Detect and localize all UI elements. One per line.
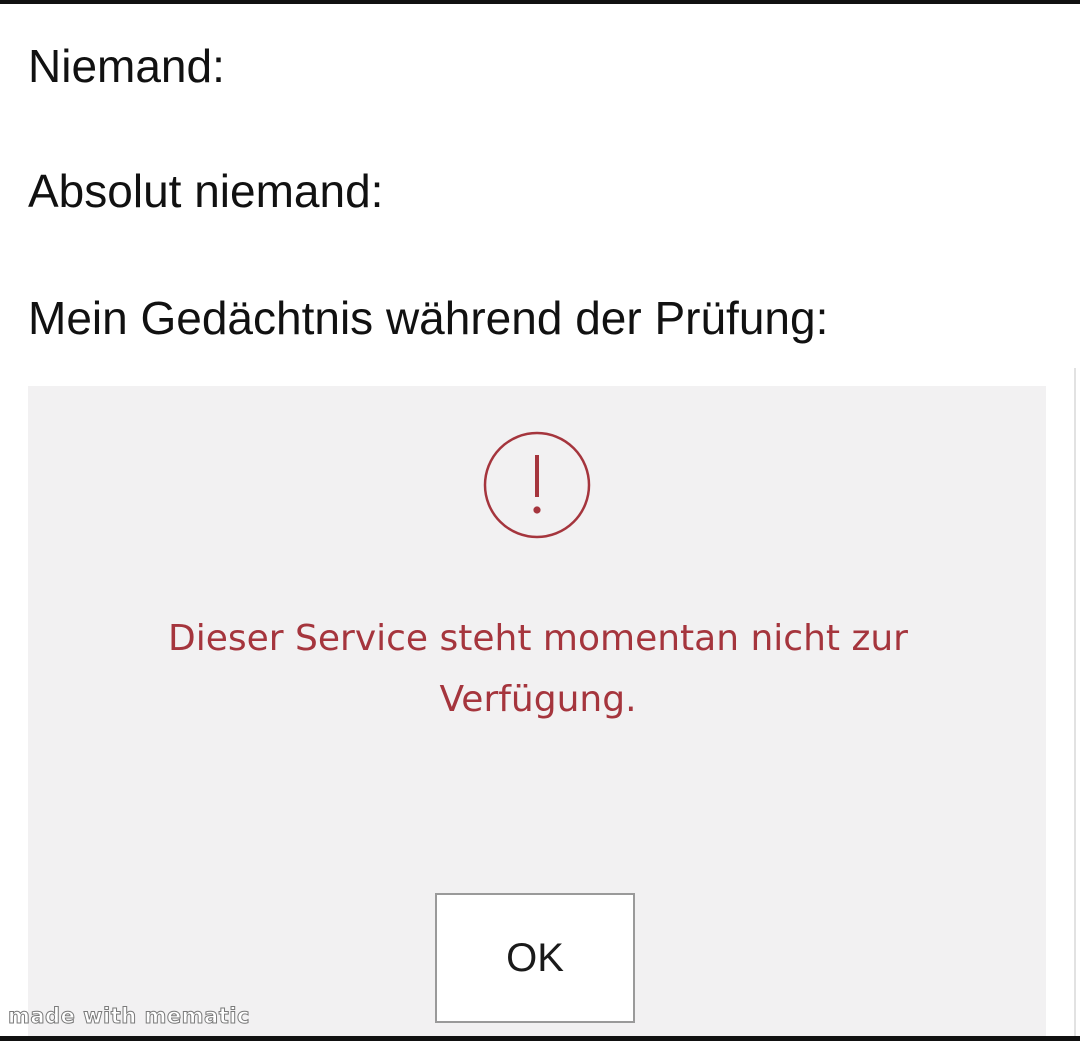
meme-line-absolut-niemand: Absolut niemand: [28,165,384,217]
bottom-border [0,1036,1080,1041]
top-border [0,0,1080,4]
watermark: made with mematic [8,1004,250,1028]
error-message: Dieser Service steht momentan nicht zur … [168,618,908,720]
ok-button[interactable]: OK [435,893,635,1023]
divider [1074,368,1076,1036]
exclamation-circle-icon [482,430,592,540]
meme-line-gedaechtnis: Mein Gedächtnis während der Prüfung: [28,292,829,344]
error-dialog: Dieser Service steht momentan nicht zur … [28,386,1046,1036]
meme-line-niemand: Niemand: [28,40,225,92]
